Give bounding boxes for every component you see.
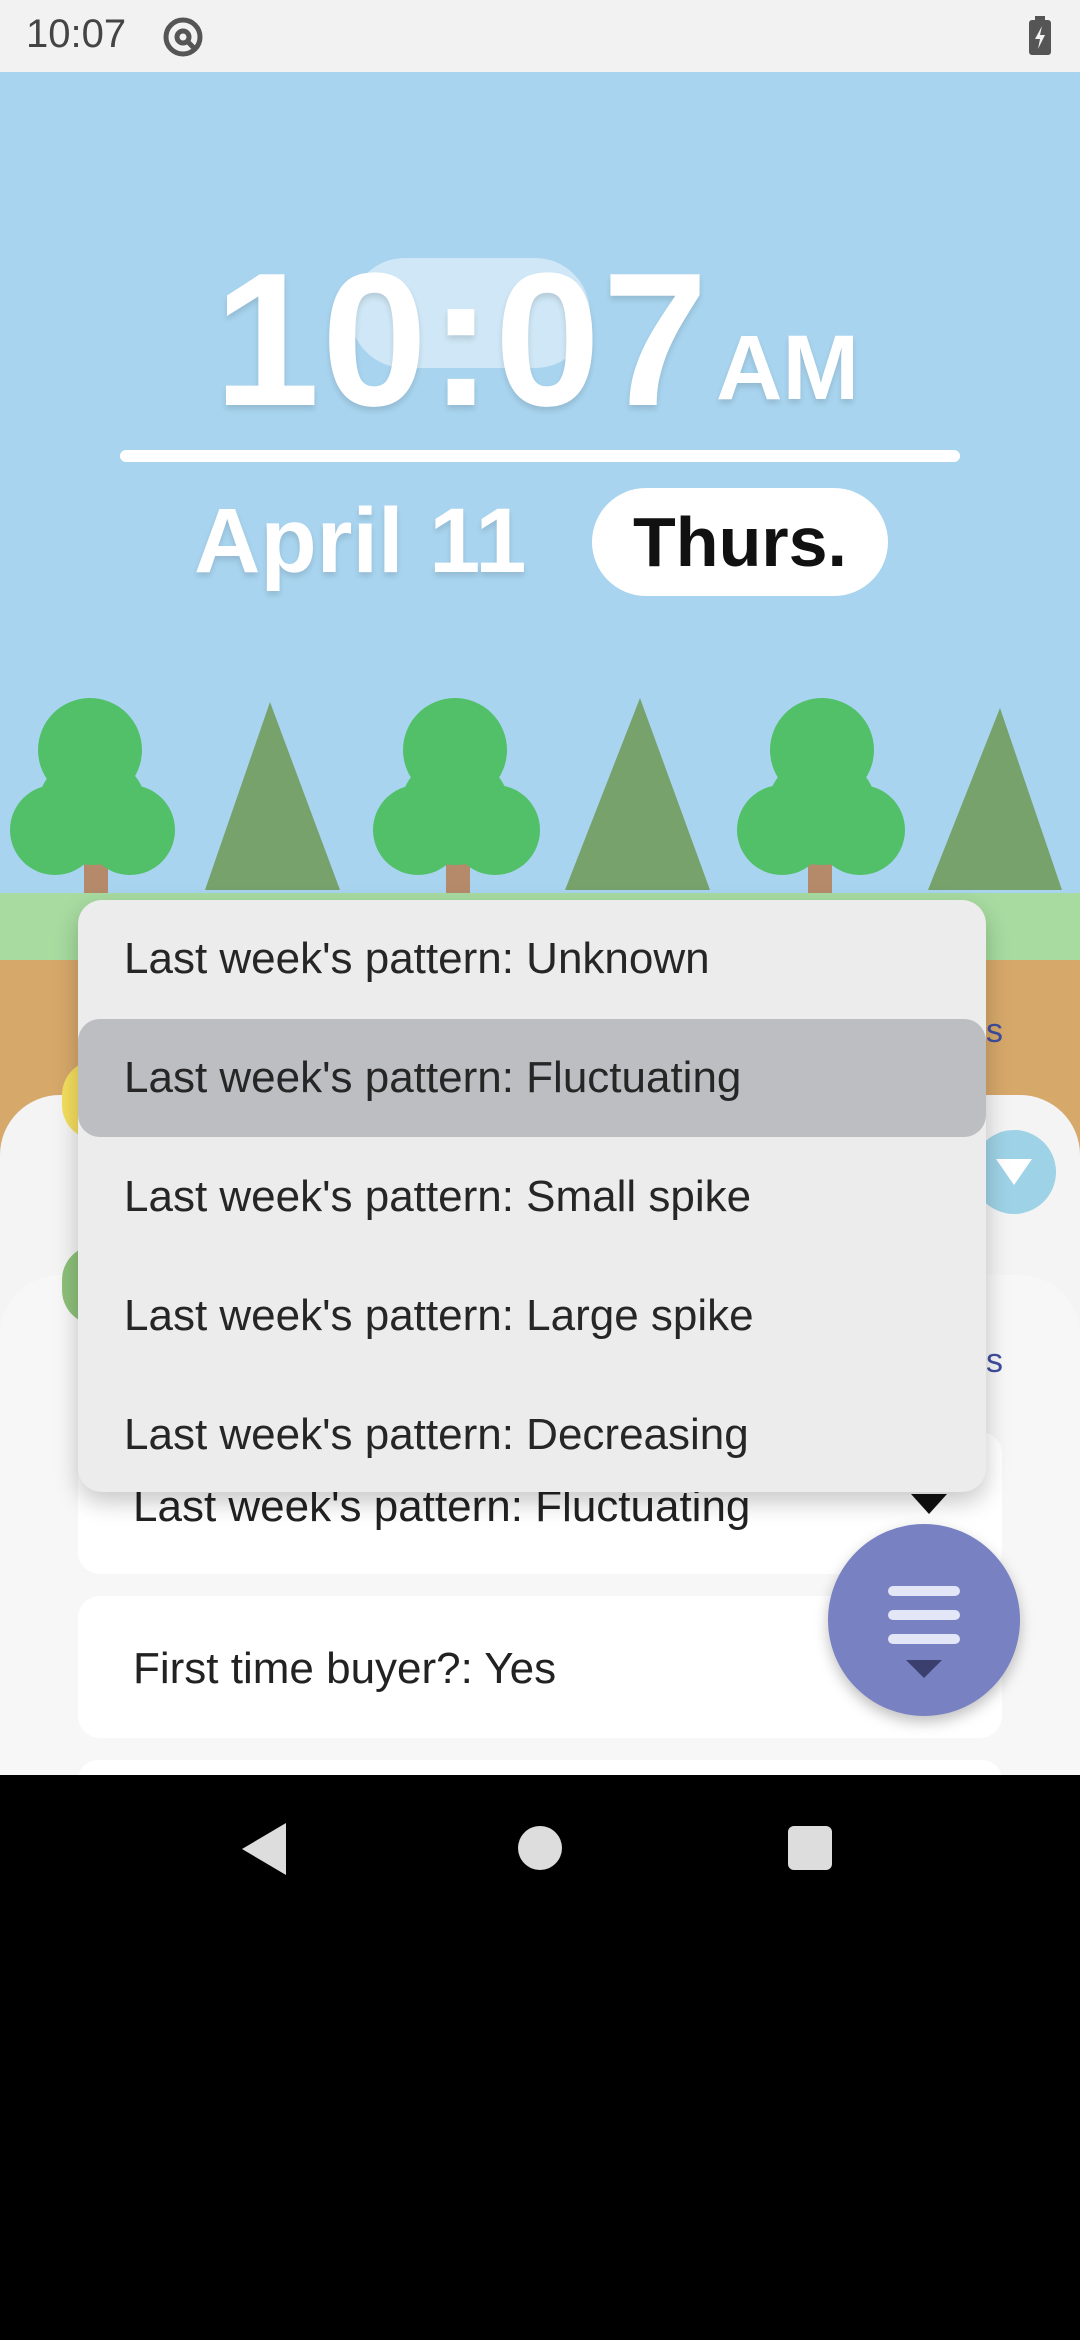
pine-tree-icon xyxy=(928,708,1062,890)
filter-menu-icon xyxy=(906,1660,942,1678)
clock-date: April 11 xyxy=(194,490,527,592)
dropdown-option-unknown[interactable]: Last week's pattern: Unknown xyxy=(78,900,986,1018)
link-fragment[interactable]: s xyxy=(986,1012,1003,1051)
dropdown-option-fluctuating[interactable]: Last week's pattern: Fluctuating xyxy=(78,1019,986,1137)
tree-scenery xyxy=(10,698,1062,900)
recents-square-icon[interactable] xyxy=(788,1826,832,1870)
menu-line xyxy=(888,1634,960,1644)
chevron-down-icon xyxy=(996,1159,1032,1185)
back-triangle-icon[interactable] xyxy=(242,1823,286,1875)
filter-fab-button[interactable] xyxy=(828,1524,1020,1716)
menu-line xyxy=(888,1586,960,1596)
clock-time: 10:07 xyxy=(214,234,710,446)
status-time: 10:07 xyxy=(26,12,127,56)
dropdown-caret-icon xyxy=(911,1494,947,1514)
round-tree-icon xyxy=(10,698,175,900)
clock-ampm: AM xyxy=(716,317,860,419)
round-tree-icon xyxy=(737,698,905,900)
home-circle-icon[interactable] xyxy=(518,1826,562,1870)
battery-charging-icon xyxy=(1029,16,1051,55)
clock-divider xyxy=(120,450,960,462)
first-buyer-value: First time buyer?: Yes xyxy=(133,1644,557,1693)
status-bar: 10:07 xyxy=(0,0,1080,72)
at-sign-icon xyxy=(163,17,203,57)
pine-tree-icon xyxy=(565,698,710,890)
round-tree-icon xyxy=(373,698,540,900)
dropdown-option-large-spike[interactable]: Last week's pattern: Large spike xyxy=(78,1257,986,1375)
pattern-dropdown-menu: Last week's pattern: Unknown Last week's… xyxy=(78,900,986,1492)
menu-line xyxy=(888,1610,960,1620)
clock-weekday: Thurs. xyxy=(592,488,888,596)
dropdown-option-decreasing[interactable]: Last week's pattern: Decreasing xyxy=(78,1376,986,1492)
pine-tree-icon xyxy=(205,702,340,890)
link-fragment[interactable]: s xyxy=(986,1342,1003,1381)
dropdown-option-small-spike[interactable]: Last week's pattern: Small spike xyxy=(78,1138,986,1256)
